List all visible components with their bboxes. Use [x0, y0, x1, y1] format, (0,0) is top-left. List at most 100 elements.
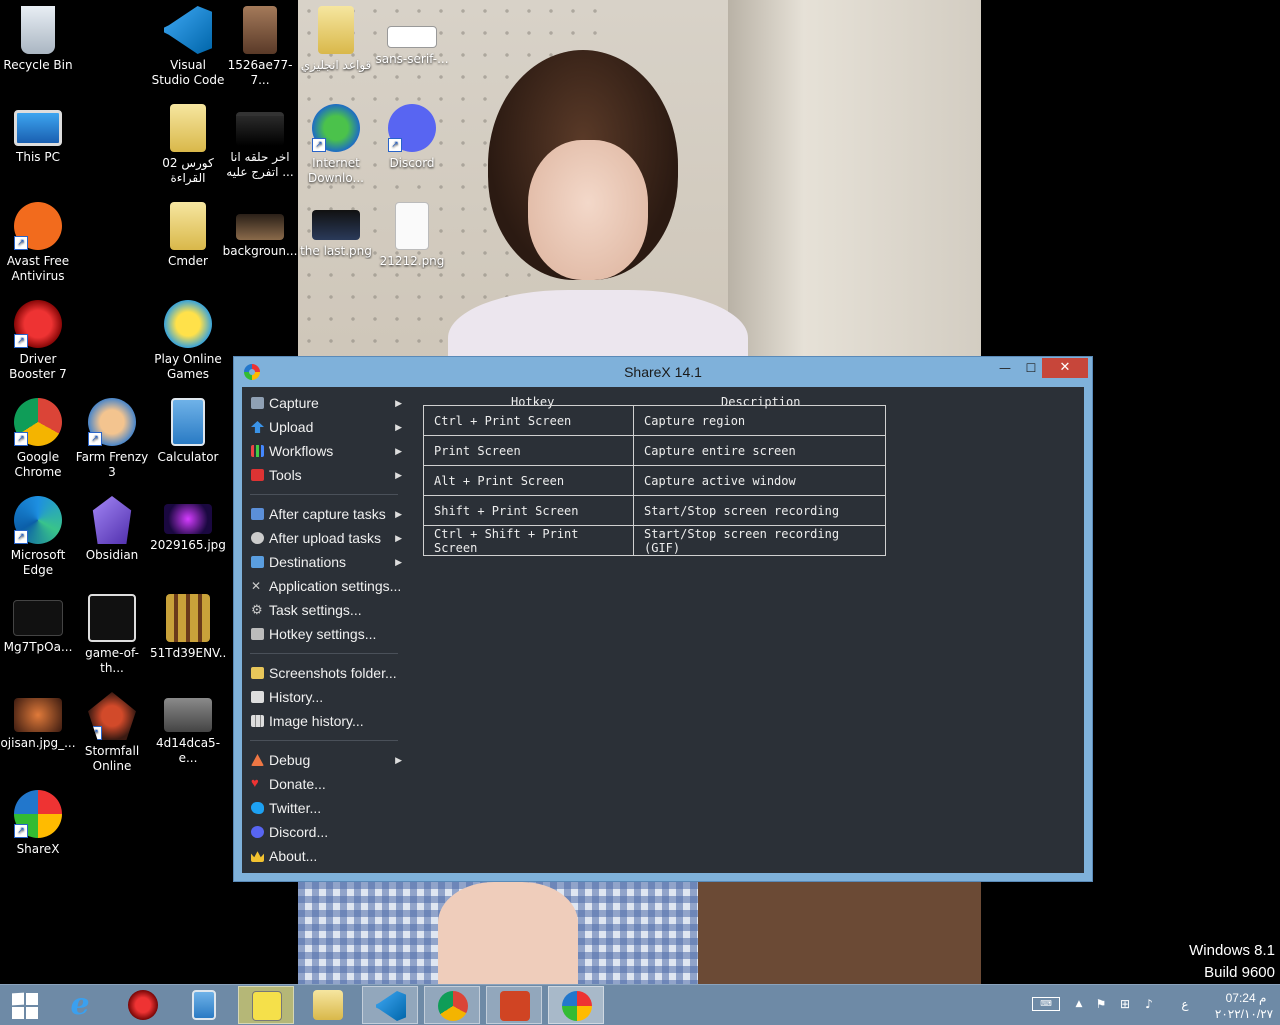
- desktop-icon-label: ShareX: [16, 842, 60, 856]
- minimize-button[interactable]: —: [992, 358, 1018, 378]
- menu-item-twitter[interactable]: Twitter...: [242, 796, 402, 820]
- menu-item-upload[interactable]: Upload ▶: [242, 415, 402, 439]
- desktop-icon-label: ojisan.jpg_...: [0, 736, 76, 750]
- start-button[interactable]: [12, 992, 38, 1019]
- desktop-icon-driver-booster[interactable]: ↗ Driver Booster 7: [0, 294, 76, 382]
- desktop-icon-course-folder[interactable]: كورس 02 القراءة: [150, 98, 226, 186]
- submenu-arrow-icon: ▶: [395, 470, 402, 480]
- desktop-icon-label: Cmder: [167, 254, 208, 268]
- desktop-icon-this-pc[interactable]: This PC: [0, 98, 76, 165]
- table-row: Alt + Print Screen Capture active window: [423, 465, 886, 496]
- desktop-icon-sharex[interactable]: ↗ ShareX: [0, 784, 76, 857]
- submenu-arrow-icon: ▶: [395, 533, 402, 543]
- desktop-icon-chrome[interactable]: ↗ Google Chrome: [0, 392, 76, 480]
- desktop-icon-label: 4d14dca5-e...: [155, 736, 221, 765]
- desktop-icon-calculator[interactable]: Calculator: [150, 392, 226, 465]
- desktop-icon-sans-serif[interactable]: sans-serif-...: [374, 0, 450, 67]
- desktop-icon-label: Farm Frenzy 3: [75, 450, 149, 479]
- menu-item-after-upload-tasks[interactable]: After upload tasks ▶: [242, 526, 402, 550]
- image-thumbnail-icon: [243, 6, 277, 54]
- desktop-icon-label: 1526ae77-7...: [227, 58, 293, 87]
- menu-item-label: About...: [269, 848, 318, 864]
- network-icon[interactable]: ⊞: [1118, 997, 1132, 1011]
- desktop-icon-play-online-games[interactable]: Play Online Games: [150, 294, 226, 382]
- desktop-icon-last-episode[interactable]: اخر حلقه انا اتفرج عليه ...: [222, 98, 298, 180]
- desktop-icon-label: 21212.png: [379, 254, 445, 268]
- image-thumbnail-icon: [14, 698, 62, 732]
- desktop-icon-label: game-of-th...: [85, 646, 139, 675]
- desktop-icon-2029165[interactable]: 2029165.jpg: [150, 490, 226, 553]
- submenu-arrow-icon: ▶: [395, 755, 402, 765]
- desktop-icon-obsidian[interactable]: Obsidian: [74, 490, 150, 563]
- desktop-icon-21212[interactable]: 21212.png: [374, 196, 450, 269]
- menu-item-discord[interactable]: Discord...: [242, 820, 402, 844]
- taskbar-file-explorer[interactable]: [300, 986, 356, 1024]
- taskbar-vscode[interactable]: [362, 986, 418, 1024]
- menu-item-task-settings[interactable]: ⚙ Task settings...: [242, 598, 402, 622]
- description-cell: Capture region: [633, 405, 886, 436]
- menu-item-application-settings[interactable]: ✕ Application settings...: [242, 574, 402, 598]
- desktop-icon-avast[interactable]: ↗ Avast Free Antivirus: [0, 196, 76, 284]
- menu-item-tools[interactable]: Tools ▶: [242, 463, 402, 487]
- desktop-icon-idm[interactable]: ↗ Internet Downlo...: [298, 98, 374, 186]
- taskbar-calculator[interactable]: [176, 986, 232, 1024]
- show-hidden-icons-icon[interactable]: ▲: [1072, 997, 1086, 1011]
- menu-item-label: Screenshots folder...: [269, 665, 397, 681]
- desktop-icon-1526ae77[interactable]: 1526ae77-7...: [222, 0, 298, 88]
- desktop-icon-cmder[interactable]: Cmder: [150, 196, 226, 269]
- desktop-icon-edge[interactable]: ↗ Microsoft Edge: [0, 490, 76, 578]
- desktop-icon-51td39env[interactable]: 51Td39ENV...: [150, 588, 226, 661]
- menu-item-workflows[interactable]: Workflows ▶: [242, 439, 402, 463]
- title-bar[interactable]: ShareX 14.1 — ☐ ✕: [234, 357, 1092, 387]
- desktop-icon-the-last[interactable]: the last.png: [298, 196, 374, 259]
- maximize-button[interactable]: ☐: [1018, 358, 1044, 378]
- desktop-icon-stormfall[interactable]: ↗ Stormfall Online: [74, 686, 150, 774]
- taskbar-internet-explorer[interactable]: e: [52, 986, 108, 1024]
- taskbar-pia-player[interactable]: [238, 986, 294, 1024]
- desktop-icon-label: قواعد انجليزي: [300, 58, 372, 72]
- description-cell: Start/Stop screen recording (GIF): [633, 525, 886, 556]
- desktop-icon-ojisan[interactable]: ojisan.jpg_...: [0, 686, 76, 751]
- menu-item-destinations[interactable]: Destinations ▶: [242, 550, 402, 574]
- desktop-icon-english-grammar[interactable]: قواعد انجليزي: [298, 0, 374, 73]
- discord-icon: [251, 826, 264, 838]
- desktop-icon-4d14dca5[interactable]: 4d14dca5-e...: [150, 686, 226, 766]
- touch-keyboard-icon[interactable]: ⌨: [1032, 997, 1060, 1011]
- image-thumbnail-icon: [312, 210, 360, 240]
- driver-booster-icon: ↗: [14, 300, 62, 348]
- desktop-icon-label: This PC: [16, 150, 60, 164]
- desktop-icon-vscode[interactable]: Visual Studio Code: [150, 0, 226, 88]
- input-language-indicator[interactable]: ع: [1178, 997, 1192, 1011]
- taskbar-office[interactable]: [486, 986, 542, 1024]
- menu-item-about[interactable]: About...: [242, 844, 402, 868]
- menu-item-after-capture-tasks[interactable]: After capture tasks ▶: [242, 502, 402, 526]
- volume-icon[interactable]: ♪: [1142, 997, 1156, 1011]
- menu-item-history[interactable]: History...: [242, 685, 402, 709]
- menu-item-label: History...: [269, 689, 324, 705]
- action-center-flag-icon[interactable]: ⚑: [1094, 997, 1108, 1011]
- desktop-icon-background[interactable]: backgroun...: [222, 196, 298, 259]
- desktop-icon-mg7tpoa[interactable]: Mg7TpOa...: [0, 588, 76, 655]
- submenu-arrow-icon: ▶: [395, 509, 402, 519]
- menu-item-hotkey-settings[interactable]: Hotkey settings...: [242, 622, 402, 646]
- taskbar-driver-booster[interactable]: [115, 986, 171, 1024]
- desktop-icon-game-of-thrones[interactable]: game-of-th...: [74, 588, 150, 676]
- description-cell: Capture entire screen: [633, 435, 886, 466]
- close-button[interactable]: ✕: [1042, 358, 1088, 378]
- taskbar-chrome[interactable]: [424, 986, 480, 1024]
- clock-time[interactable]: 07:24 م: [1216, 991, 1276, 1005]
- desktop-icon-farm-frenzy[interactable]: ↗ Farm Frenzy 3: [74, 392, 150, 480]
- internet-download-manager-icon: ↗: [312, 104, 360, 152]
- menu-item-image-history[interactable]: Image history...: [242, 709, 402, 733]
- chrome-icon: ↗: [14, 398, 62, 446]
- table-row: Print Screen Capture entire screen: [423, 435, 886, 466]
- desktop-icon-recycle-bin[interactable]: Recycle Bin: [0, 0, 76, 73]
- desktop-icon-discord[interactable]: ↗ Discord: [374, 98, 450, 171]
- menu-item-donate[interactable]: ♥ Donate...: [242, 772, 402, 796]
- menu-item-screenshots-folder[interactable]: Screenshots folder...: [242, 661, 402, 685]
- menu-item-capture[interactable]: Capture ▶: [242, 391, 402, 415]
- menu-item-debug[interactable]: Debug ▶: [242, 748, 402, 772]
- taskbar-sharex[interactable]: [548, 986, 604, 1024]
- clock-date[interactable]: ٢٠٢٢/١٠/٢٧: [1206, 1007, 1280, 1021]
- desktop-icon-label: 2029165.jpg: [150, 538, 226, 552]
